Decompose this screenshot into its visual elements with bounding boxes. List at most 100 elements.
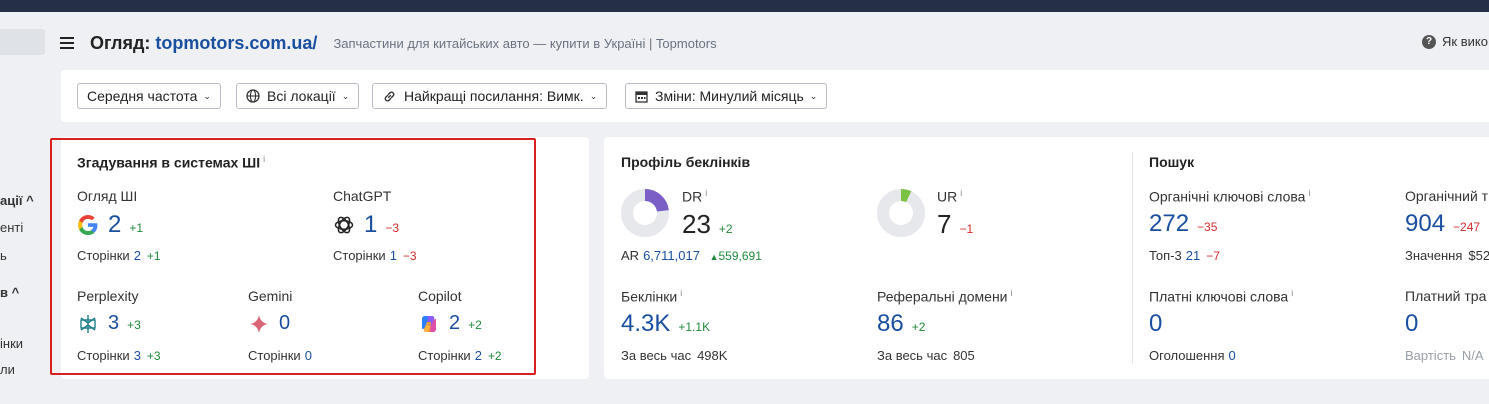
filter-label: Всі локації [267, 88, 336, 104]
sidebar-item[interactable]: ли [0, 362, 15, 377]
info-icon[interactable]: i [1011, 288, 1013, 298]
calendar-icon [635, 90, 648, 103]
sidebar-active-item[interactable] [0, 29, 45, 55]
organic-keywords-label: Органічні ключові слова i [1149, 188, 1311, 205]
section-divider [1132, 152, 1133, 364]
google-icon [77, 214, 99, 236]
help-label: Як вико [1442, 34, 1488, 49]
ads-value[interactable]: 0 [1229, 348, 1236, 363]
backlinks-label: Беклінки i [621, 288, 683, 305]
backlinks-value[interactable]: 4.3K [621, 310, 670, 338]
backlink-profile-title: Профіль беклінків [621, 154, 751, 170]
info-icon[interactable]: i [705, 188, 707, 198]
paid-keywords-value[interactable]: 0 [1149, 310, 1162, 338]
copilot-label: Copilot [418, 288, 462, 304]
cost-row: Вартість N/A [1405, 348, 1484, 363]
ur-gauge [876, 188, 926, 241]
copilot-value[interactable]: 2 [449, 312, 460, 335]
ur-value: 7 [937, 209, 952, 239]
info-icon[interactable]: i [680, 288, 682, 298]
organic-traffic-metric: 904 −247 [1405, 210, 1480, 238]
sidebar-item[interactable]: енті [0, 220, 23, 235]
ai-mentions-title: Згадування в системах ШІ i [77, 154, 266, 171]
info-icon[interactable]: i [1291, 288, 1293, 298]
organic-keywords-metric: 272 −35 [1149, 210, 1217, 238]
info-icon[interactable]: i [1308, 188, 1310, 198]
filter-label: Зміни: Минулий місяць [655, 88, 804, 104]
perplexity-label: Perplexity [77, 288, 139, 304]
sidebar-group-header[interactable]: в ^ [0, 285, 19, 300]
globe-icon [246, 89, 260, 103]
top-app-bar [0, 0, 1489, 12]
pages-value[interactable]: 2 [134, 248, 141, 263]
backlinks-delta: +1.1K [678, 320, 711, 334]
sidebar-item[interactable]: інки [0, 336, 23, 351]
pages-value[interactable]: 0 [305, 348, 312, 363]
ai-overview-metric: 2 +1 [77, 211, 143, 239]
dr-value: 23 [682, 209, 711, 239]
organic-keywords-value[interactable]: 272 [1149, 210, 1189, 238]
ref-domains-label: Реферальні домени i [877, 288, 1013, 305]
ref-domains-value[interactable]: 86 [877, 310, 904, 338]
pages-value[interactable]: 3 [134, 348, 141, 363]
paid-keywords-metric: 0 [1149, 310, 1162, 338]
organic-keywords-delta: −35 [1197, 220, 1218, 234]
ar-row: AR 6,711,017 ▲559,691 [621, 248, 762, 263]
filter-bar: Середня частота ⌄ Всі локації ⌄ Найкращі… [61, 70, 1489, 122]
ur-delta: −1 [959, 222, 974, 236]
sidebar-group-header[interactable]: ації ^ [0, 193, 34, 208]
dr-label: DR i [682, 188, 708, 205]
page-subtitle: Запчастини для китайських авто — купити … [333, 35, 717, 51]
filter-label: Середня частота [87, 88, 198, 104]
paid-traffic-metric: 0 [1405, 310, 1418, 338]
perplexity-icon [77, 313, 99, 335]
location-filter-button[interactable]: Всі локації ⌄ [236, 83, 360, 109]
ar-value[interactable]: 6,711,017 [643, 248, 700, 263]
ref-domains-delta: +2 [911, 320, 926, 334]
chatgpt-icon [333, 214, 355, 236]
pages-value[interactable]: 1 [390, 248, 397, 263]
info-icon[interactable]: i [960, 188, 962, 198]
dr-metric: 23 +2 [682, 209, 733, 240]
page-header: Огляд: topmotors.com.ua/ Запчастини для … [60, 30, 717, 56]
info-icon[interactable]: i [263, 154, 265, 164]
chevron-down-icon: ⌄ [809, 90, 818, 101]
copilot-delta: +2 [468, 318, 482, 332]
paid-traffic-value[interactable]: 0 [1405, 310, 1418, 338]
ai-overview-value[interactable]: 2 [108, 211, 121, 239]
perplexity-metric: 3 +3 [77, 312, 141, 335]
filter-label: Найкращі посилання: Вимк. [404, 88, 584, 104]
chatgpt-value[interactable]: 1 [364, 211, 377, 239]
copilot-pages: Сторінки 2 +2 [418, 348, 502, 363]
frequency-filter-button[interactable]: Середня частота ⌄ [77, 83, 221, 109]
organic-traffic-value[interactable]: 904 [1405, 210, 1445, 238]
search-title: Пошук [1149, 154, 1195, 170]
backlinks-all-time: За весь час 498K [621, 348, 728, 363]
paid-keywords-label: Платні ключові слова i [1149, 288, 1294, 305]
pages-value[interactable]: 2 [475, 348, 482, 363]
sidebar-item[interactable]: ь [0, 248, 7, 263]
gemini-pages: Сторінки 0 [248, 348, 312, 363]
ai-overview-delta: +1 [129, 221, 144, 235]
perplexity-pages: Сторінки 3 +3 [77, 348, 161, 363]
ar-delta: ▲559,691 [709, 249, 762, 263]
chatgpt-label: ChatGPT [333, 188, 392, 204]
gemini-value[interactable]: 0 [279, 312, 290, 335]
best-links-filter-button[interactable]: Найкращі посилання: Вимк. ⌄ [372, 83, 608, 109]
top3-value[interactable]: 21 [1186, 248, 1200, 263]
ai-overview-label: Огляд ШІ [77, 188, 138, 204]
menu-icon[interactable] [60, 37, 74, 49]
traffic-value-row: Значення $52 [1405, 248, 1489, 263]
page-domain-link[interactable]: topmotors.com.ua/ [155, 33, 317, 54]
ads-row: Оголошення 0 [1149, 348, 1236, 363]
chevron-down-icon: ⌄ [589, 90, 598, 101]
link-icon [382, 89, 397, 104]
chatgpt-metric: 1 −3 [333, 211, 399, 239]
perplexity-value[interactable]: 3 [108, 312, 119, 335]
help-link[interactable]: ? Як вико [1422, 34, 1488, 49]
question-icon: ? [1422, 34, 1436, 49]
organic-traffic-label: Органічний тр [1405, 188, 1489, 204]
changes-filter-button[interactable]: Зміни: Минулий місяць ⌄ [625, 83, 828, 109]
perplexity-delta: +3 [127, 318, 141, 332]
gemini-icon [248, 313, 270, 335]
